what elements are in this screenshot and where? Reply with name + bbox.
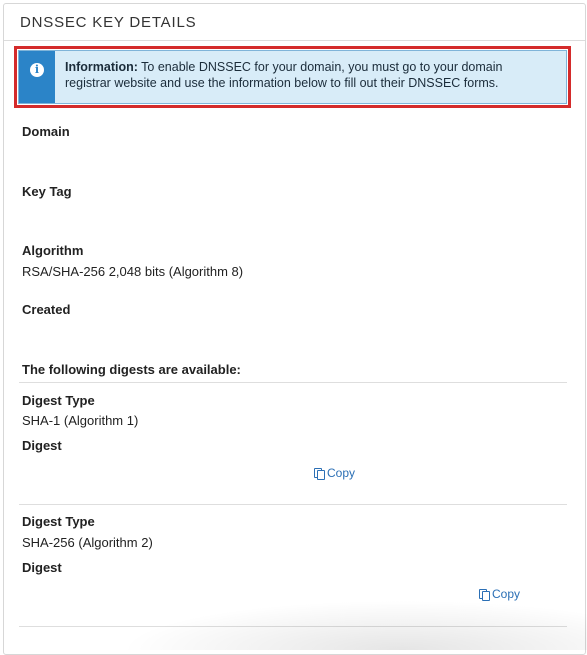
copy-label: Copy xyxy=(492,587,521,601)
copy-label: Copy xyxy=(327,466,356,480)
panel-header: DNSSEC KEY DETAILS xyxy=(4,4,585,41)
digest-type-value: SHA-1 (Algorithm 1) xyxy=(22,413,139,428)
bottom-shadow xyxy=(120,600,587,650)
alert-text: Information: To enable DNSSEC for your d… xyxy=(55,51,512,103)
info-alert: i Information: To enable DNSSEC for your… xyxy=(18,50,567,104)
info-icon: i xyxy=(30,63,44,77)
copy-digest-button[interactable]: Copy xyxy=(479,587,520,601)
digest-divider xyxy=(19,504,567,505)
created-label: Created xyxy=(22,302,71,317)
digest-type-value: SHA-256 (Algorithm 2) xyxy=(22,535,153,550)
copy-icon xyxy=(479,588,490,601)
digests-divider xyxy=(19,382,567,383)
digest-label: Digest xyxy=(22,438,62,453)
alert-heading: Information: xyxy=(65,60,138,74)
domain-label: Domain xyxy=(22,124,70,139)
digests-heading: The following digests are available: xyxy=(22,362,241,377)
key-tag-label: Key Tag xyxy=(22,184,72,199)
copy-digest-button[interactable]: Copy xyxy=(314,466,355,480)
algorithm-value: RSA/SHA-256 2,048 bits (Algorithm 8) xyxy=(22,264,244,279)
alert-message-line1: To enable DNSSEC for your domain, you mu… xyxy=(141,60,503,74)
alert-message-line2: registrar website and use the informatio… xyxy=(65,76,499,90)
digest-type-label: Digest Type xyxy=(22,393,95,408)
digest-type-label: Digest Type xyxy=(22,514,95,529)
algorithm-label: Algorithm xyxy=(22,243,84,258)
alert-icon-column: i xyxy=(19,51,55,103)
digest-label: Digest xyxy=(22,560,62,575)
copy-icon xyxy=(314,467,325,480)
panel-title: DNSSEC KEY DETAILS xyxy=(20,13,197,31)
